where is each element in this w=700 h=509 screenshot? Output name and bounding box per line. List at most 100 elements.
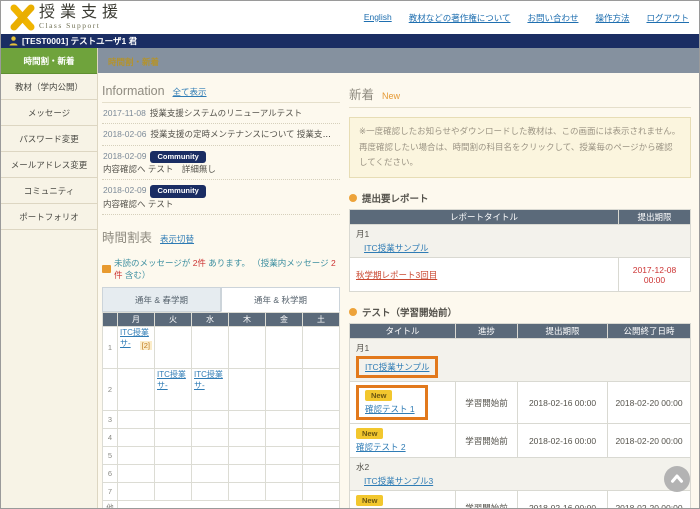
report-title-cell: 秋学期レポート3回目 bbox=[350, 258, 619, 292]
course-link[interactable]: ITC授業サ- bbox=[157, 370, 186, 390]
slot-label: 月1 bbox=[356, 228, 684, 240]
tab-fall-semester[interactable]: 通年 & 秋学期 bbox=[221, 287, 340, 312]
timetable-cell-empty bbox=[266, 429, 303, 447]
report-link[interactable]: 秋学期レポート3回目 bbox=[356, 270, 437, 280]
timetable-row-5: 5 bbox=[103, 447, 340, 465]
test-link[interactable]: 確認テスト 1 bbox=[365, 403, 415, 415]
timetable-header-row: 月 火 水 木 金 土 bbox=[103, 313, 340, 327]
top-nav: English 教材などの著作権について お問い合わせ 操作方法 ログアウト bbox=[364, 12, 689, 24]
sidebar-item-materials[interactable]: 教材（学内公開） bbox=[1, 74, 97, 100]
timetable-cell-empty bbox=[155, 411, 192, 429]
course-link[interactable]: ITC授業サ- bbox=[194, 370, 223, 390]
test-row: New 確認テスト 2 学習開始前 2018-02-16 00:00 2018-… bbox=[350, 424, 691, 458]
test-progress-cell: 学習開始前 bbox=[456, 491, 518, 509]
day-header-wed: 水 bbox=[192, 313, 229, 327]
day-header-thu: 木 bbox=[229, 313, 266, 327]
test-title-cell: New 確認テスト（修正） bbox=[350, 491, 456, 509]
test-deadline-cell: 2018-02-16 00:00 bbox=[518, 382, 608, 424]
test-group-cell: 水2 ITC授業サンプル3 bbox=[350, 458, 691, 491]
bullet-icon bbox=[349, 308, 357, 316]
sidebar-item-messages[interactable]: メッセージ bbox=[1, 100, 97, 126]
col-test-title: タイトル bbox=[350, 324, 456, 339]
tab-spring-semester[interactable]: 通年 & 春学期 bbox=[102, 287, 221, 312]
news-text: 授業支援の定時メンテナンスについて 授業支援では、毎日 午前 5... bbox=[150, 129, 340, 139]
tests-title-text: テスト（学習開始前） bbox=[362, 305, 457, 319]
timetable-cell-empty bbox=[155, 447, 192, 465]
day-header-sat: 土 bbox=[303, 313, 340, 327]
period-label: 6 bbox=[103, 465, 118, 483]
main-area: 時間割・新着 Information 全て表示 2017-11-08授業支援シス… bbox=[98, 48, 699, 508]
timetable-row-4: 4 bbox=[103, 429, 340, 447]
test-group-row: 月1 ITC授業サンプル bbox=[350, 339, 691, 382]
timetable-cell-empty bbox=[303, 483, 340, 501]
course-link[interactable]: ITC授業サンプル bbox=[364, 243, 428, 253]
community-badge: Community bbox=[150, 151, 205, 164]
timetable-row-7: 7 bbox=[103, 483, 340, 501]
test-progress-cell: 学習開始前 bbox=[456, 424, 518, 458]
information-header: Information 全て表示 bbox=[102, 83, 340, 103]
timetable-title: 時間割表 bbox=[102, 227, 152, 246]
sidebar-item-email[interactable]: メールアドレス変更 bbox=[1, 152, 97, 178]
day-header-mon: 月 bbox=[118, 313, 155, 327]
display-toggle-link[interactable]: 表示切替 bbox=[160, 233, 194, 245]
timetable-section: 時間割表 表示切替 未読のメッセージが 2件 あります。 （授業内メッセージ 2… bbox=[102, 226, 340, 509]
timetable-cell-empty bbox=[118, 483, 155, 501]
sidebar-item-community[interactable]: コミュニティ bbox=[1, 178, 97, 204]
test-group-cell: 月1 ITC授業サンプル bbox=[350, 339, 691, 382]
reports-section-title: 提出要レポート bbox=[349, 191, 691, 205]
show-all-link[interactable]: 全て表示 bbox=[173, 86, 207, 98]
day-header-fri: 金 bbox=[266, 313, 303, 327]
timetable-cell-empty bbox=[192, 465, 229, 483]
new-badge: New bbox=[356, 495, 383, 506]
sidebar-item-timetable-new[interactable]: 時間割・新着 bbox=[1, 48, 97, 74]
report-deadline-cell: 2017-12-08 00:00 bbox=[619, 258, 691, 292]
content: Information 全て表示 2017-11-08授業支援システムのリニュー… bbox=[98, 73, 699, 508]
timetable-cell-empty bbox=[229, 327, 266, 369]
course-link[interactable]: ITC授業サンプル3 bbox=[364, 476, 433, 486]
new-arrivals-title: 新着 bbox=[349, 84, 374, 103]
course-link[interactable]: ITC授業サンプル bbox=[365, 362, 429, 372]
breadcrumb-label: 時間割・新着 bbox=[108, 57, 159, 67]
timetable-cell-empty bbox=[266, 411, 303, 429]
sidebar-item-portfolio[interactable]: ポートフォリオ bbox=[1, 204, 97, 230]
nav-english-link[interactable]: English bbox=[364, 12, 392, 24]
tests-header-row: タイトル 進捗 提出期限 公開終了日時 bbox=[350, 324, 691, 339]
timetable-cell-empty bbox=[229, 483, 266, 501]
app-logo[interactable]: 授業支援 Class Support bbox=[9, 4, 123, 31]
test-link[interactable]: 確認テスト 2 bbox=[356, 441, 406, 453]
timetable-cell-empty bbox=[266, 465, 303, 483]
tests-section-title: テスト（学習開始前） bbox=[349, 305, 691, 319]
bullet-icon bbox=[349, 194, 357, 202]
timetable-cell-empty bbox=[192, 447, 229, 465]
scroll-to-top-button[interactable] bbox=[664, 466, 690, 492]
news-item[interactable]: 2018-02-09Community 内容確認へ テスト bbox=[102, 180, 340, 215]
news-item[interactable]: 2018-02-06授業支援の定時メンテナンスについて 授業支援では、毎日 午前… bbox=[102, 124, 340, 145]
page: 授業支援 Class Support English 教材などの著作権について … bbox=[0, 0, 700, 509]
timetable-grid: 月 火 水 木 金 土 1 bbox=[102, 312, 340, 509]
timetable-cell-empty bbox=[229, 429, 266, 447]
test-group-row: 水2 ITC授業サンプル3 bbox=[350, 458, 691, 491]
test-row: New 確認テスト（修正） 学習開始前 2018-02-16 00:00 201… bbox=[350, 491, 691, 509]
nav-howto-link[interactable]: 操作方法 bbox=[595, 12, 629, 24]
test-progress-cell: 学習開始前 bbox=[456, 382, 518, 424]
nav-copyright-link[interactable]: 教材などの著作権について bbox=[409, 12, 511, 24]
nav-logout-link[interactable]: ログアウト bbox=[646, 12, 689, 24]
timetable-cell-tue2: ITC授業サ- bbox=[155, 369, 192, 411]
sidebar-item-password[interactable]: パスワード変更 bbox=[1, 126, 97, 152]
logo-x-icon bbox=[9, 4, 36, 31]
news-item[interactable]: 2017-11-08授業支援システムのリニューアルテスト bbox=[102, 103, 340, 124]
period-label: 3 bbox=[103, 411, 118, 429]
reports-title-text: 提出要レポート bbox=[362, 191, 429, 205]
news-text: 内容確認へ テスト bbox=[103, 198, 339, 210]
period-label: 他 bbox=[103, 501, 118, 509]
user-name: [TEST0001] テストユーザ1 君 bbox=[22, 35, 137, 47]
nav-contact-link[interactable]: お問い合わせ bbox=[527, 12, 578, 24]
reports-header-row: レポートタイトル 提出期限 bbox=[350, 210, 691, 225]
timetable-cell-empty bbox=[155, 465, 192, 483]
col-report-deadline: 提出期限 bbox=[619, 210, 691, 225]
test-title-cell: New 確認テスト 2 bbox=[350, 424, 456, 458]
news-item[interactable]: 2018-02-09Community 内容確認へ テスト 詳細無し bbox=[102, 146, 340, 181]
unread-count: 2件 bbox=[193, 258, 206, 268]
community-badge: Community bbox=[150, 185, 205, 198]
period-label: 1 bbox=[103, 327, 118, 369]
